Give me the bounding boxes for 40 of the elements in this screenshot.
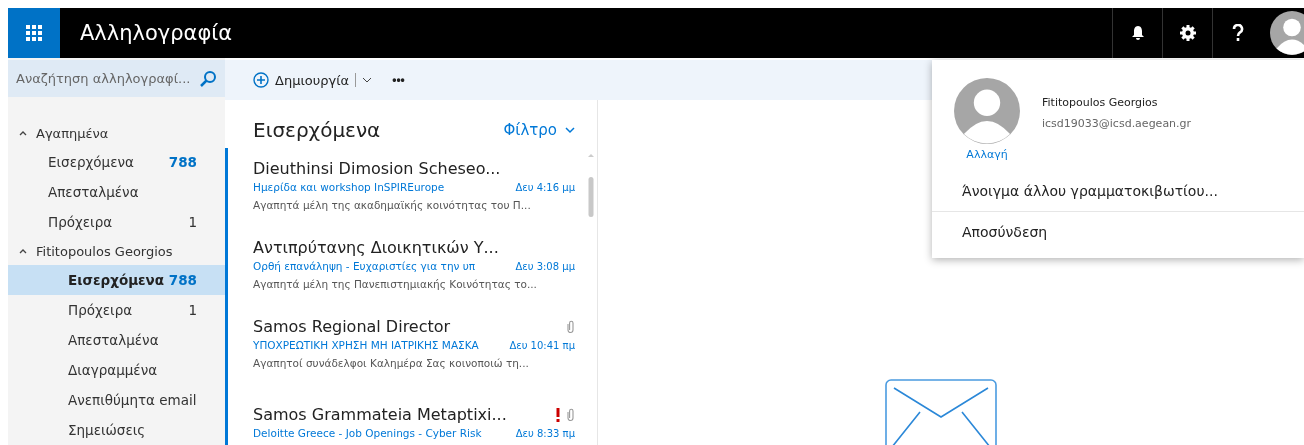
- folder-item[interactable]: Πρόχειρα 1: [8, 207, 225, 237]
- chevron-down-icon: [565, 126, 575, 134]
- help-icon: [1231, 24, 1244, 42]
- search-icon: [199, 69, 217, 88]
- folder-group-toggle[interactable]: Fititopoulos Georgios: [8, 237, 179, 265]
- folder-item[interactable]: Πρόχειρα 1: [8, 295, 225, 325]
- more-button[interactable]: •••: [388, 73, 409, 87]
- account-menu-item[interactable]: Αποσύνδεση: [932, 211, 1304, 252]
- folder-item[interactable]: Διαγραμμένα: [8, 355, 225, 385]
- new-message-button[interactable]: Δημιουργία: [253, 72, 373, 88]
- message-item[interactable]: Αντιπρύτανης Διοικητικών Υ... Ορθή επανάληψη - Ευχαριστίες για την υπ Δευ 3:08 μμ Αγαπητά μέλη της Πανεπιστημιακής Κοινότητας το...: [225, 227, 583, 306]
- folder-group-toggle[interactable]: Αγαπημένα: [8, 119, 115, 147]
- profile-picture-icon: [954, 78, 1020, 144]
- folder-item[interactable]: Απεσταλμένα: [8, 177, 225, 207]
- filter-button[interactable]: Φίλτρο: [503, 121, 575, 139]
- search-box[interactable]: Αναζήτηση αλληλογραφί...: [8, 60, 225, 97]
- plus-circle-icon: [253, 72, 269, 88]
- user-email: icsd19033@icsd.aegean.gr: [1042, 117, 1192, 130]
- folder-item[interactable]: Εισερχόμενα 788: [8, 147, 225, 177]
- user-name: Fititopoulos Georgios: [1042, 96, 1159, 109]
- envelope-icon: [885, 379, 997, 445]
- settings-icon: [1178, 24, 1197, 42]
- app-launcher-button[interactable]: [8, 8, 60, 58]
- scrollbar[interactable]: [587, 152, 595, 220]
- folder-item[interactable]: Εισερχόμενα 788: [8, 265, 225, 295]
- app-title: Αλληλογραφία: [80, 21, 234, 45]
- message-item[interactable]: Dieuthinsi Dimosion Scheseo... Ημερίδα και workshop InSPIREurope Δευ 4:16 μμ Αγαπητά μέλη της ακαδημαϊκής κοινότητας του Π...: [225, 148, 583, 227]
- change-photo-link[interactable]: Αλλαγή: [966, 148, 1008, 161]
- search-field[interactable]: Αναζήτηση αλληλογραφί...: [16, 71, 195, 86]
- chevron-down-icon: [362, 76, 373, 84]
- avatar-icon: [1270, 11, 1304, 55]
- bell-icon: [1130, 25, 1145, 41]
- folder-item[interactable]: Απεσταλμένα: [8, 325, 225, 355]
- folder-item[interactable]: Σημειώσεις: [8, 415, 225, 445]
- folder-item[interactable]: Ανεπιθύμητα email: [8, 385, 225, 415]
- message-item[interactable]: Samos Regional Director ΥΠΟΧΡΕΩΤΙΚΗ ΧΡΗΣΗ ΜΗ ΙΑΤΡΙΚΗΣ ΜΑΣΚΑ Δευ 10:41 πμ Αγαπητοί συνάδελφοι Καλημέρα Σας κοινοποιώ τη...: [225, 306, 583, 385]
- grid-icon: [26, 25, 42, 41]
- message-item[interactable]: Samos Grammateia Metaptixi... Deloitte Greece - Job Openings - Cyber Risk Δευ 8:33 πμ: [225, 385, 583, 445]
- account-menu-item[interactable]: Άνοιγμα άλλου γραμματοκιβωτίου...: [932, 171, 1304, 211]
- folder-title: Εισερχόμενα: [253, 118, 381, 142]
